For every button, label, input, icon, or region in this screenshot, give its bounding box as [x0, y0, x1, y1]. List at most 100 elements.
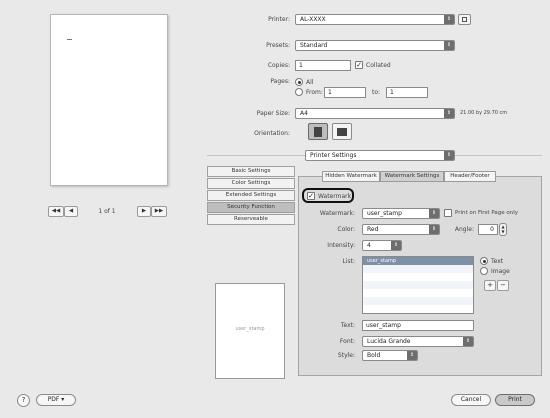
watermark-list[interactable]: user_stamp	[362, 256, 474, 314]
tab-hidden-watermark[interactable]: Hidden Watermark	[322, 171, 380, 182]
list-row-empty	[363, 273, 473, 281]
image-type-radio[interactable]	[480, 267, 488, 275]
side-menu-extended-settings[interactable]: Extended Settings	[207, 190, 295, 201]
copies-label: Copies:	[267, 62, 290, 69]
tab-header-footer[interactable]: Header/Footer	[444, 171, 496, 182]
angle-stepper[interactable]: ▲ ▼	[499, 223, 507, 236]
side-menu-security-function[interactable]: Security Function	[207, 202, 295, 213]
pages-label: Pages:	[270, 78, 290, 85]
panel-select[interactable]: Printer Settings ⇕	[305, 150, 455, 161]
side-menu-basic-settings[interactable]: Basic Settings	[207, 166, 295, 177]
intensity-value: 4	[367, 242, 371, 249]
list-row-empty	[363, 297, 473, 305]
chevron-updown-icon: ⇕	[444, 41, 454, 50]
style-label: Style:	[337, 352, 355, 359]
text-type-label: Text	[491, 258, 504, 265]
prev-page-button[interactable]: ◀	[64, 206, 78, 217]
help-button[interactable]: ?	[17, 394, 30, 407]
orientation-label: Orientation:	[254, 130, 290, 137]
chevron-updown-icon: ⇕	[429, 225, 439, 234]
intensity-select[interactable]: 4 ⇕	[362, 240, 402, 251]
image-type-label: Image	[491, 268, 510, 275]
thumbnail-text: user_stamp	[235, 326, 265, 332]
list-item-label: user_stamp	[367, 258, 397, 264]
list-row-empty	[363, 289, 473, 297]
remove-watermark-button[interactable]: −	[497, 280, 509, 291]
printer-label: Printer:	[268, 16, 290, 23]
text-label: Text:	[340, 322, 355, 329]
watermark-type-label: Watermark:	[319, 210, 355, 217]
pages-all-radio[interactable]	[295, 78, 303, 86]
pages-to-label: to:	[372, 89, 381, 96]
chevron-updown-icon: ⇕	[463, 337, 473, 346]
style-value: Bold	[367, 352, 381, 359]
chevron-updown-icon: ⇕	[429, 209, 439, 218]
portrait-button[interactable]	[308, 123, 328, 140]
color-value: Red	[367, 226, 379, 233]
watermark-thumbnail: user_stamp	[215, 283, 285, 379]
font-value: Lucida Grande	[367, 338, 411, 345]
watermark-type-select[interactable]: user_stamp ⇕	[362, 208, 440, 219]
intensity-label: Intensity:	[327, 242, 355, 249]
list-item[interactable]: user_stamp	[363, 257, 473, 265]
collated-checkbox[interactable]: ✓	[355, 61, 363, 69]
preview-mark	[67, 39, 72, 40]
first-page-only-checkbox[interactable]	[444, 209, 452, 217]
page-indicator: 1 of 1	[98, 208, 116, 215]
chevron-updown-icon: ⇕	[407, 351, 417, 360]
first-page-button[interactable]: ◀◀	[48, 206, 64, 217]
paper-dimensions: 21.00 by 29.70 cm	[460, 110, 508, 116]
paper-size-label: Paper Size:	[256, 110, 290, 117]
paper-size-select[interactable]: A4 ⇕	[295, 108, 455, 119]
angle-field[interactable]: 0	[478, 224, 498, 235]
copies-field[interactable]: 1	[295, 60, 351, 71]
text-type-radio[interactable]	[480, 257, 488, 265]
chevron-updown-icon: ⇕	[391, 241, 401, 250]
list-label: List:	[342, 258, 355, 265]
pages-from-field[interactable]: 1	[324, 87, 366, 98]
paper-size-value: A4	[300, 110, 308, 117]
side-menu-reserveable[interactable]: Reserveable	[207, 214, 295, 225]
pages-all-label: All	[306, 79, 314, 86]
watermark-checkbox-label: Watermark	[318, 193, 352, 200]
watermark-checkbox[interactable]: ✓	[307, 192, 315, 200]
chevron-updown-icon: ⇕	[444, 15, 454, 24]
add-watermark-button[interactable]: +	[484, 280, 496, 291]
pages-from-label: From:	[306, 89, 323, 96]
pages-range-radio[interactable]	[295, 88, 303, 96]
printer-select[interactable]: AL-XXXX ⇕	[295, 14, 455, 25]
presets-label: Presets:	[266, 42, 290, 49]
watermark-type-value: user_stamp	[367, 210, 402, 217]
chevron-updown-icon: ⇕	[444, 109, 454, 118]
pdf-menu-button[interactable]: PDF ▾	[36, 394, 76, 406]
collated-label: Collated	[366, 62, 391, 69]
color-label: Color:	[337, 226, 355, 233]
printer-value: AL-XXXX	[300, 16, 326, 23]
printer-queue-button[interactable]	[458, 14, 471, 25]
landscape-button[interactable]	[332, 123, 352, 140]
first-page-only-label: Print on First Page only	[455, 210, 519, 216]
print-button[interactable]: Print	[495, 394, 535, 406]
tab-watermark-settings[interactable]: Watermark Settings	[380, 171, 444, 182]
style-select[interactable]: Bold ⇕	[362, 350, 418, 361]
list-row-empty	[363, 281, 473, 289]
last-page-button[interactable]: ▶▶	[151, 206, 167, 217]
landscape-icon	[337, 128, 347, 136]
help-icon: ?	[21, 396, 26, 404]
print-queue-icon	[462, 17, 467, 22]
side-menu-color-settings[interactable]: Color Settings	[207, 178, 295, 189]
color-select[interactable]: Red ⇕	[362, 224, 440, 235]
font-select[interactable]: Lucida Grande ⇕	[362, 336, 474, 347]
page-preview	[50, 14, 168, 186]
pages-to-field[interactable]: 1	[386, 87, 428, 98]
portrait-icon	[314, 127, 322, 137]
presets-select[interactable]: Standard ⇕	[295, 40, 455, 51]
cancel-button[interactable]: Cancel	[451, 394, 491, 406]
watermark-text-field[interactable]: user_stamp	[362, 320, 474, 331]
panel-select-value: Printer Settings	[310, 152, 357, 159]
next-page-button[interactable]: ▶	[137, 206, 151, 217]
angle-label: Angle:	[454, 226, 474, 233]
presets-value: Standard	[300, 42, 328, 49]
list-row-empty	[363, 265, 473, 273]
chevron-updown-icon: ⇕	[444, 151, 454, 160]
